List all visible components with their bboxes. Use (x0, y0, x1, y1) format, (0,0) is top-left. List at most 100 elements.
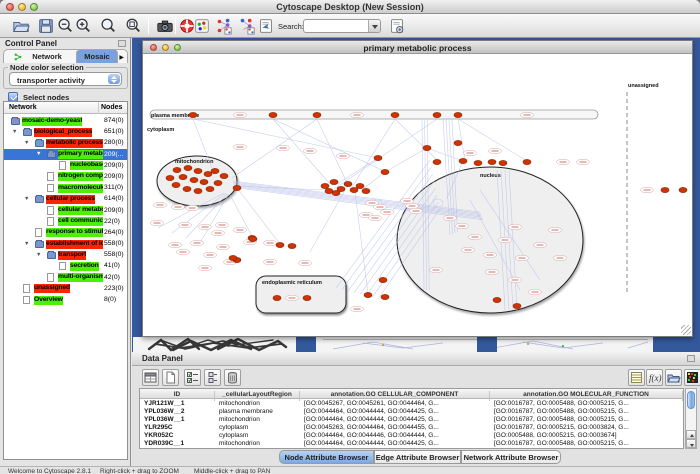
tree-row[interactable]: response to stimul264(0) (4, 227, 127, 238)
expand-triangle-icon[interactable]: ▼ (24, 140, 29, 146)
float-panel-icon[interactable] (118, 40, 126, 47)
layout-2-icon[interactable] (238, 17, 256, 35)
network-tree: Network Nodes mosaic-demo-yeast874(0)▼bi… (3, 101, 128, 460)
vizmapper-icon[interactable] (257, 17, 275, 35)
zoom-out-icon[interactable] (56, 17, 74, 35)
tab-network[interactable]: Network (6, 50, 76, 63)
combo-stepper-icon[interactable] (108, 74, 120, 84)
table-cell: [GO:0045263, GO:0044464, GO:0044455, G..… (304, 424, 488, 431)
browser-tab[interactable]: Edge Attribute Browser (374, 450, 461, 464)
folder-icon (11, 118, 20, 125)
tree-row[interactable]: ▼cellular process614(0) (4, 193, 127, 204)
table-row[interactable]: YJR121W__1mitochondrion[GO:0045267, GO:0… (140, 399, 683, 407)
import-attributes-icon[interactable] (665, 369, 682, 386)
table-row[interactable]: YPL036W__1mitochondrion[GO:0044464, GO:0… (140, 415, 683, 423)
select-attributes-icon[interactable] (184, 369, 201, 386)
browser-tab[interactable]: Network Attribute Browser (461, 450, 561, 464)
folder-icon (47, 151, 56, 158)
table-row[interactable]: YDR039C__1mitochondrion[GO:0044464, GO:0… (140, 440, 683, 448)
table-row[interactable]: YLR295Ccytoplasm[GO:0045263, GO:0044464,… (140, 423, 683, 431)
network-view-window[interactable]: primary metabolic process plasma membran… (142, 40, 693, 337)
table-cell: YJR121W__1 (144, 400, 213, 407)
table-cell: [GO:0016787, GO:0005488, GO:0005215, G..… (494, 400, 681, 407)
attribute-table[interactable]: ID_cellularLayoutRegionannotation.GO CEL… (139, 388, 684, 449)
tree-row[interactable]: secretion41(0) (4, 260, 127, 271)
table-row[interactable]: YKR052Ccytoplasm[GO:0044464, GO:0044446,… (140, 432, 683, 440)
scrollbar-thumb[interactable] (687, 391, 695, 409)
tree-row-count: 311(0) (104, 184, 123, 191)
tree-row-label: mosaic-demo-yeast (22, 117, 82, 126)
delete-attribute-icon[interactable] (224, 369, 241, 386)
tree-row[interactable]: cell communicat22(0) (4, 216, 127, 227)
zoom-in-icon[interactable] (74, 17, 92, 35)
network-window-titlebar[interactable]: primary metabolic process (143, 41, 692, 54)
table-scrollbar[interactable] (685, 388, 697, 449)
tree-row[interactable]: macromolecule311(0) (4, 182, 127, 193)
scroll-up-icon[interactable] (686, 430, 696, 439)
node-color-combobox[interactable]: transporter activity (9, 72, 122, 86)
document-icon (47, 184, 54, 193)
tree-row[interactable]: ▼primary metabo209(... (4, 149, 127, 160)
zoom-selected-icon[interactable] (99, 17, 117, 35)
network-canvas[interactable]: plasma membranecytoplasmmitochondrionnuc… (143, 54, 692, 336)
scroll-down-icon[interactable] (686, 439, 696, 448)
tree-row[interactable]: nucleobase-209(0) (4, 160, 127, 171)
data-panel: Data Panel f(x) ID_cellularLayoutRegiona… (132, 352, 700, 466)
document-icon (23, 284, 30, 293)
tree-row[interactable]: unassigned223(0) (4, 283, 127, 294)
function-builder-icon[interactable]: f(x) (646, 369, 663, 386)
expand-triangle-icon[interactable]: ▼ (24, 196, 29, 202)
background-windows[interactable] (133, 337, 700, 352)
tree-row[interactable]: ▼transport558(0) (4, 249, 127, 260)
resize-grip-icon[interactable] (681, 325, 691, 335)
table-cell: YPL036W__1 (144, 416, 213, 423)
tab-overflow-arrow[interactable]: ▶ (119, 54, 124, 61)
data-panel-header: Data Panel (132, 352, 700, 366)
color-matrix-icon[interactable] (684, 369, 700, 386)
tab-network-label: Network (32, 52, 62, 61)
expand-triangle-icon[interactable]: ▼ (36, 151, 41, 157)
combo-value: transporter activity (17, 76, 85, 85)
attribute-list-icon[interactable] (628, 369, 645, 386)
table-cell: YLR295C (144, 424, 213, 431)
tree-row[interactable]: ▼metabolic process280(0) (4, 137, 127, 148)
expand-triangle-icon[interactable]: ▼ (24, 241, 29, 247)
tab-mosaic-label: Mosaic (84, 52, 109, 61)
annotation-icon[interactable] (388, 17, 406, 35)
toolbar-separator (175, 18, 176, 34)
search-dropdown-icon[interactable] (368, 20, 380, 32)
expand-triangle-icon[interactable]: ▼ (12, 129, 17, 135)
save-icon[interactable] (37, 17, 55, 35)
expand-triangle-icon[interactable]: ▼ (36, 252, 41, 258)
preferences-icon[interactable] (193, 17, 211, 35)
table-row[interactable]: YPL036W__2plasma membrane[GO:0044464, GO… (140, 407, 683, 415)
tree-row[interactable]: ▼establishment of lo558(0) (4, 238, 127, 249)
matrix-icon[interactable] (204, 369, 221, 386)
tree-row[interactable]: nitrogen compo209(0) (4, 171, 127, 182)
float-data-panel-icon[interactable] (687, 355, 695, 362)
tree-row[interactable]: cellular metabo209(0) (4, 205, 127, 216)
table-cell: [GO:0016787, GO:0005488, GO:0005215, G..… (494, 416, 681, 423)
table-cell: cytoplasm (219, 432, 298, 439)
layout-1-icon[interactable] (215, 17, 233, 35)
folder-icon (47, 252, 56, 259)
tree-row-count: 8(0) (104, 296, 116, 303)
tree-row[interactable]: multi-organism pro42(0) (4, 272, 127, 283)
tree-row[interactable]: mosaic-demo-yeast874(0) (4, 115, 127, 126)
browser-tab[interactable]: Node Attribute Browser (279, 450, 374, 464)
snapshot-camera-icon[interactable] (156, 17, 174, 35)
attribute-table-icon[interactable] (142, 369, 159, 386)
tree-row-count: 209(0) (104, 162, 124, 169)
tree-row-count: 22(0) (104, 218, 120, 225)
search-input[interactable] (303, 19, 381, 33)
tree-row[interactable]: ▼biological_process651(0) (4, 126, 127, 137)
title-bar[interactable]: Cytoscape Desktop (New Session) (0, 0, 700, 14)
new-attribute-icon[interactable] (162, 369, 179, 386)
open-folder-icon[interactable] (12, 17, 30, 35)
search-label: Search: (278, 22, 304, 31)
tree-row[interactable]: Overview8(0) (4, 294, 127, 305)
tab-mosaic[interactable]: Mosaic (76, 50, 118, 63)
zoom-fit-icon[interactable] (124, 17, 142, 35)
tree-row-label: cellular process (46, 195, 95, 204)
svg-text:endoplasmic reticulum: endoplasmic reticulum (262, 280, 322, 286)
